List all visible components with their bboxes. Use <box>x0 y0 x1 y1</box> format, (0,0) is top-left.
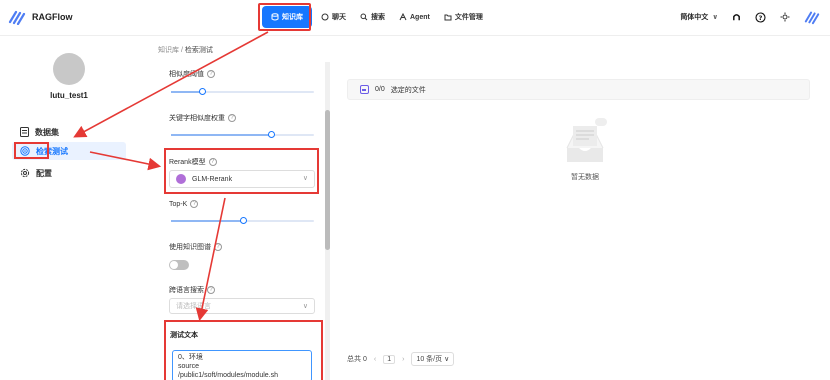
breadcrumb: 知识库 / 检索测试 <box>158 45 213 55</box>
svg-text:?: ? <box>759 14 763 22</box>
empty-text: 暂无数据 <box>571 174 599 181</box>
annotation-box-rerank <box>164 148 319 194</box>
pagination-page[interactable]: 1 <box>383 354 396 364</box>
help-icon[interactable]: ? <box>214 243 222 251</box>
topk-slider[interactable] <box>171 217 314 224</box>
test-text-title: 测试文本 <box>170 332 198 339</box>
language-label: 简体中文 <box>680 14 709 21</box>
header-tools: 简体中文 ∨ ? <box>680 9 820 25</box>
breadcrumb-current: 检索测试 <box>184 47 213 54</box>
nav-chat-label: 聊天 <box>332 14 346 21</box>
sidebar-item-dataset-label: 数据集 <box>35 127 59 137</box>
slider-handle[interactable] <box>239 217 247 224</box>
help-icon[interactable]: ? <box>207 286 215 294</box>
selected-files-label: 选定的文件 <box>390 86 426 94</box>
slider-handle[interactable] <box>268 131 276 138</box>
theme-sun-icon[interactable] <box>780 12 790 22</box>
annotation-box-nav <box>258 3 311 31</box>
nav-chat[interactable]: 聊天 <box>316 6 351 28</box>
test-text-input[interactable]: 0、环境 source /public1/soft/modules/module… <box>172 350 312 380</box>
nav-search[interactable]: 搜索 <box>355 6 390 28</box>
selected-count: 0/0 <box>375 86 385 93</box>
help-icon[interactable]: ? <box>207 70 215 78</box>
user-avatar-icon[interactable] <box>804 9 820 25</box>
nav-search-label: 搜索 <box>371 14 385 21</box>
help-icon[interactable]: ? <box>190 200 199 208</box>
knowledge-graph-label-row: 使用知识图谱 ? <box>169 242 222 252</box>
test-text-line: source <box>178 363 200 370</box>
cross-language-select[interactable]: 请选择语言 ∨ <box>169 298 315 314</box>
knowledge-graph-label: 使用知识图谱 <box>169 244 211 251</box>
cross-language-label: 跨语言搜索 <box>169 287 204 294</box>
help-icon[interactable]: ? <box>755 11 766 23</box>
app-name: RAGFlow <box>32 12 73 22</box>
ragflow-logo-icon <box>8 10 26 25</box>
github-icon[interactable] <box>732 13 741 22</box>
test-text-line: /public1/soft/modules/module.sh <box>178 372 278 379</box>
similarity-slider[interactable] <box>171 88 314 95</box>
breadcrumb-root[interactable]: 知识库 <box>158 47 179 54</box>
similarity-label-row: 相似度阈值 ? <box>169 69 215 79</box>
kb-avatar <box>53 53 85 85</box>
chat-icon <box>321 13 329 21</box>
test-text-section: 测试文本 0、环境 source /public1/soft/modules/m… <box>164 320 323 380</box>
folder-icon <box>444 14 452 21</box>
keyword-weight-label: 关键字相似度权重 <box>169 115 225 122</box>
slider-handle[interactable] <box>199 88 207 95</box>
page-size-select[interactable]: 10 条/页 ∨ <box>411 352 455 366</box>
nav-file-management-label: 文件管理 <box>454 14 483 21</box>
toggle-knob <box>170 261 178 269</box>
prev-page-icon[interactable]: ‹ <box>374 356 376 363</box>
topk-label-row: Top-K ? <box>169 200 199 208</box>
sidebar-item-dataset[interactable]: 数据集 <box>12 123 126 141</box>
cross-language-placeholder: 请选择语言 <box>176 303 211 310</box>
page-size-value: 10 条/页 <box>416 356 443 363</box>
kb-name: lutu_test1 <box>50 91 88 100</box>
agent-icon <box>399 13 407 21</box>
empty-state: 暂无数据 <box>561 118 609 182</box>
topk-label: Top-K <box>169 200 188 208</box>
sidebar-item-config-label: 配置 <box>36 168 52 178</box>
gear-icon <box>20 168 30 178</box>
breadcrumb-separator: / <box>180 47 183 54</box>
keyword-weight-slider[interactable] <box>171 131 314 138</box>
help-icon[interactable]: ? <box>228 114 236 122</box>
nav-file-management[interactable]: 文件管理 <box>439 6 488 28</box>
similarity-label: 相似度阈值 <box>169 71 204 78</box>
annotation-box-sidebar <box>14 142 49 159</box>
test-text-line: 0、环境 <box>178 354 203 361</box>
chevron-down-icon: ∨ <box>712 14 718 21</box>
search-icon <box>360 13 368 21</box>
nav-agent-label: Agent <box>410 13 430 21</box>
dataset-icon <box>20 127 29 137</box>
scrollbar-thumb[interactable] <box>325 110 330 250</box>
chevron-down-icon: ∨ <box>302 303 308 310</box>
top-bar: RAGFlow 知识库 聊天 搜索 Agent 文件管理 简体中文 ∨ ? <box>0 0 830 36</box>
pagination: 总共 0 ‹ 1 › 10 条/页 ∨ <box>347 352 455 366</box>
slider-fill <box>171 220 243 222</box>
slider-fill <box>171 134 272 136</box>
next-page-icon[interactable]: › <box>402 356 404 363</box>
keyword-weight-label-row: 关键字相似度权重 ? <box>169 113 236 123</box>
empty-inbox-icon <box>566 118 607 162</box>
selected-files-bar: 0/0 选定的文件 <box>347 79 810 100</box>
panel-scrollbar[interactable] <box>325 62 330 380</box>
retrieval-settings-panel: 相似度阈值 ? 关键字相似度权重 ? Rerank模型 ? GLM-Rerank… <box>160 62 330 380</box>
sidebar-item-config[interactable]: 配置 <box>12 164 126 182</box>
pagination-total: 总共 0 <box>347 356 367 363</box>
knowledge-graph-toggle[interactable] <box>169 260 189 270</box>
language-select[interactable]: 简体中文 ∨ <box>680 12 718 22</box>
app-logo[interactable]: RAGFlow <box>8 9 73 25</box>
slider-fill <box>171 91 203 93</box>
cross-language-label-row: 跨语言搜索 ? <box>169 285 215 295</box>
select-all-checkbox[interactable] <box>360 85 369 94</box>
sidebar: lutu_test1 数据集 检索测试 配置 <box>0 37 150 380</box>
nav-agent[interactable]: Agent <box>394 6 435 28</box>
